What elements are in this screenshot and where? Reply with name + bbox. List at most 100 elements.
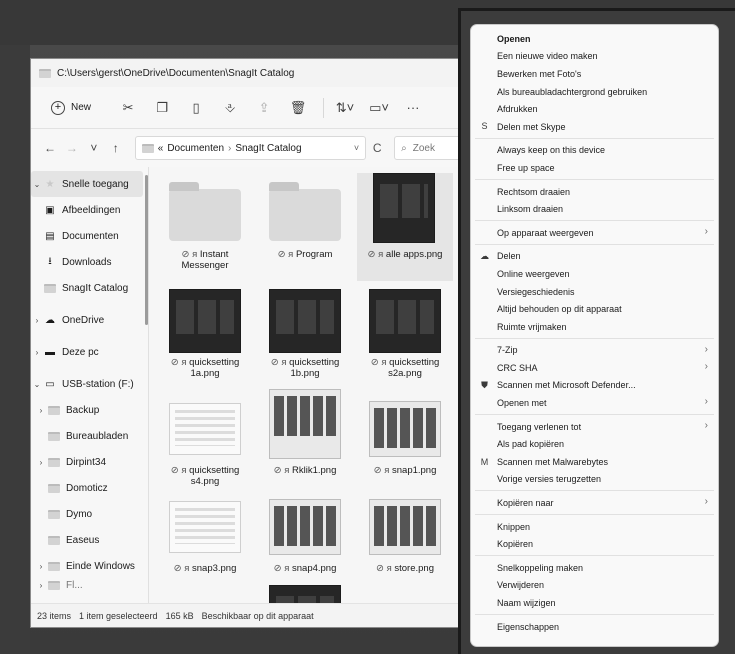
nav-item-backup[interactable]: › Backup (31, 397, 143, 423)
chevron-right-icon[interactable]: › (35, 562, 47, 571)
file-name-text: store.png (394, 563, 434, 574)
rename-button[interactable]: ⎀ (215, 95, 245, 121)
nav-item-documenten[interactable]: ▤ Documenten (31, 223, 143, 249)
menu-item-bewerken-fotos[interactable]: Bewerken met Foto's (471, 65, 718, 83)
nav-item-deze-pc[interactable]: › ▬ Deze pc (31, 339, 143, 365)
file-tile-store[interactable]: ⊘ ᴙ store.png (357, 487, 453, 595)
nav-item-afbeeldingen[interactable]: ▣ Afbeeldingen (31, 197, 143, 223)
file-tile-instant-messenger[interactable]: ⊘ ᴙ Instant Messenger (157, 173, 253, 281)
nav-item-usb-station[interactable]: ⌄ ▭ USB-station (F:) (31, 371, 143, 397)
file-tile-quicksetting-1a[interactable]: ⊘ ᴙ quicksetting 1a.png (157, 281, 253, 389)
sync-status-icon: ⊘ ᴙ (181, 249, 198, 260)
copy-button[interactable]: ❐ (147, 95, 177, 121)
cut-button[interactable]: ✂ (113, 95, 143, 121)
menu-item-snelkoppeling-maken[interactable]: Snelkoppeling maken (471, 559, 718, 577)
menu-item-rechtsom-draaien[interactable]: Rechtsom draaien (471, 183, 718, 201)
file-tile-alle-apps[interactable]: ⊘ ᴙ alle apps.png (357, 173, 453, 281)
menu-item-eigenschappen[interactable]: Eigenschappen (471, 618, 718, 636)
file-tile-rklik1[interactable]: ⊘ ᴙ Rklik1.png (257, 389, 353, 497)
chevron-right-icon[interactable]: › (31, 348, 43, 357)
back-button[interactable]: ← (39, 141, 61, 155)
menu-item-knippen[interactable]: Knippen (471, 518, 718, 536)
menu-item-vorige-versies[interactable]: Vorige versies terugzetten (471, 471, 718, 489)
new-button[interactable]: + New (43, 96, 99, 120)
menu-separator (475, 490, 714, 492)
chevron-right-icon[interactable]: › (35, 581, 47, 590)
sort-button[interactable]: ⇅˅ (330, 95, 360, 121)
file-tile-quicksetting-1b[interactable]: ⊘ ᴙ quicksetting 1b.png (257, 281, 353, 389)
menu-item-versiegeschiedenis[interactable]: Versiegeschiedenis (471, 283, 718, 301)
menu-item-linksom-draaien[interactable]: Linksom draaien (471, 200, 718, 218)
up-button[interactable]: ↑ (105, 141, 127, 155)
nav-item-downloads[interactable]: ⭳ Downloads (31, 249, 143, 275)
menu-item-label: Ruimte vrijmaken (497, 321, 567, 332)
menu-item-kopieren-naar[interactable]: Kopiëren naar › (471, 494, 718, 512)
menu-item-delen-skype[interactable]: S Delen met Skype (471, 118, 718, 136)
chevron-right-icon[interactable]: › (31, 316, 43, 325)
menu-item-scannen-malwarebytes[interactable]: M Scannen met Malwarebytes (471, 453, 718, 471)
file-name: ⊘ ᴙ quicksetting s2a.png (359, 357, 451, 379)
menu-item-als-pad-kopieren[interactable]: Als pad kopiëren (471, 435, 718, 453)
context-menu: Openen Een nieuwe video maken Bewerken m… (470, 24, 719, 647)
delete-button[interactable]: 🗑 (283, 95, 313, 121)
share-button[interactable]: ⇪ (249, 95, 279, 121)
forward-button[interactable]: → (61, 141, 83, 155)
nav-item-easeus[interactable]: Easeus (31, 527, 143, 553)
menu-item-naam-wijzigen[interactable]: Naam wijzigen (471, 594, 718, 612)
menu-item-altijd-behouden[interactable]: Altijd behouden op dit apparaat (471, 300, 718, 318)
menu-item-kopieren[interactable]: Kopiëren (471, 535, 718, 553)
nav-item-snelle-toegang[interactable]: ⌄ ★ Snelle toegang (31, 171, 143, 197)
file-tile-partial[interactable] (257, 577, 353, 603)
file-name-text: quicksetting s2a.png (388, 357, 440, 379)
menu-item-online-weergeven[interactable]: Online weergeven (471, 265, 718, 283)
menu-item-delen[interactable]: ☁ Delen (471, 248, 718, 266)
menu-item-verwijderen[interactable]: Verwijderen (471, 577, 718, 595)
menu-item-nieuwe-video[interactable]: Een nieuwe video maken (471, 48, 718, 66)
search-input[interactable]: ⌕ Zoek (394, 136, 464, 160)
address-input[interactable]: « Documenten › SnagIt Catalog ˅ (134, 136, 367, 160)
nav-item-domoticz[interactable]: Domoticz (31, 475, 143, 501)
nav-scrollbar[interactable] (145, 175, 148, 325)
nav-item-bureaubladen[interactable]: Bureaubladen (31, 423, 143, 449)
nav-item-dirpint34[interactable]: › Dirpint34 (31, 449, 143, 475)
chevron-down-icon[interactable]: ˅ (354, 143, 359, 153)
folder-icon (47, 482, 61, 494)
file-tile-program[interactable]: ⊘ ᴙ Program (257, 173, 353, 281)
nav-item-dymo[interactable]: Dymo (31, 501, 143, 527)
chevron-right-icon[interactable]: › (35, 406, 47, 415)
menu-item-7zip[interactable]: 7-Zip › (471, 342, 718, 360)
nav-item-fl[interactable]: › Fl... (31, 577, 143, 593)
nav-item-onedrive[interactable]: › ☁ OneDrive (31, 307, 143, 333)
chevron-down-icon[interactable]: ⌄ (31, 380, 43, 389)
paste-button[interactable]: ▯ (181, 95, 211, 121)
menu-item-always-keep[interactable]: Always keep on this device (471, 142, 718, 160)
chevron-right-icon[interactable]: › (35, 458, 47, 467)
menu-item-label: Scannen met Microsoft Defender... (497, 380, 636, 391)
menu-item-bureaubladachtergrond[interactable]: Als bureaubladachtergrond gebruiken (471, 83, 718, 101)
folder-icon (47, 456, 61, 468)
refresh-button[interactable]: C (366, 141, 388, 155)
menu-item-free-up-space[interactable]: Free up space (471, 159, 718, 177)
view-button[interactable]: ▭˅ (364, 95, 394, 121)
file-tile-snap1[interactable]: ⊘ ᴙ snap1.png (357, 389, 453, 497)
menu-item-openen[interactable]: Openen (471, 30, 718, 48)
recent-locations-button[interactable]: ˅ (83, 141, 105, 155)
file-tile-quicksettings2a[interactable]: ⊘ ᴙ quicksetting s2a.png (357, 281, 453, 389)
menu-item-toegang-verlenen[interactable]: Toegang verlenen tot › (471, 418, 718, 436)
breadcrumb-snagit-catalog[interactable]: SnagIt Catalog (235, 143, 301, 154)
menu-item-ruimte-vrijmaken[interactable]: Ruimte vrijmaken (471, 318, 718, 336)
menu-item-afdrukken[interactable]: Afdrukken (471, 100, 718, 118)
menu-item-scannen-defender[interactable]: ⛊ Scannen met Microsoft Defender... (471, 377, 718, 395)
breadcrumb-documenten[interactable]: Documenten (167, 143, 224, 154)
menu-item-op-apparaat-weergeven[interactable]: Op apparaat weergeven › (471, 224, 718, 242)
menu-item-crc-sha[interactable]: CRC SHA › (471, 359, 718, 377)
file-tile-quicksettings4[interactable]: ⊘ ᴙ quicksetting s4.png (157, 389, 253, 497)
file-tile-snap3[interactable]: ⊘ ᴙ snap3.png (157, 487, 253, 595)
nav-item-snagit-catalog[interactable]: SnagIt Catalog (31, 275, 143, 301)
menu-item-openen-met[interactable]: Openen met › (471, 394, 718, 412)
nav-item-label: Domoticz (66, 482, 108, 494)
breadcrumb-overflow[interactable]: « (158, 143, 164, 154)
more-options-button[interactable]: ··· (398, 95, 428, 121)
chevron-down-icon[interactable]: ⌄ (31, 180, 43, 189)
nav-item-einde-windows[interactable]: › Einde Windows (31, 553, 143, 579)
